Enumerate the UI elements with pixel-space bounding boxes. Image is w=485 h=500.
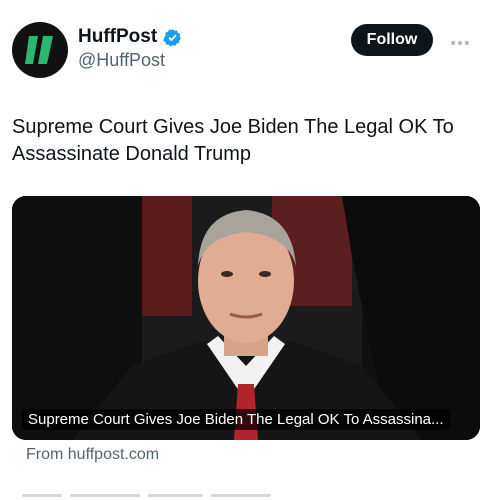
link-card[interactable]: Supreme Court Gives Joe Biden The Legal …: [12, 196, 480, 440]
truncated-row: [22, 490, 282, 500]
verified-badge-icon: [163, 28, 182, 46]
account-names: HuffPost @HuffPost: [78, 26, 182, 71]
avatar[interactable]: [12, 22, 68, 78]
card-caption: Supreme Court Gives Joe Biden The Legal …: [22, 409, 450, 430]
display-name[interactable]: HuffPost: [78, 26, 157, 48]
article-photo: [12, 196, 480, 440]
tweet-header: HuffPost @HuffPost Follow: [12, 16, 473, 80]
tweet-text: Supreme Court Gives Joe Biden The Legal …: [12, 116, 454, 165]
follow-button[interactable]: Follow: [351, 24, 433, 56]
account-handle[interactable]: @HuffPost: [78, 50, 182, 71]
more-options-icon[interactable]: [451, 32, 473, 45]
source-link[interactable]: From huffpost.com: [26, 446, 159, 464]
huffpost-logo-icon: [25, 36, 53, 64]
